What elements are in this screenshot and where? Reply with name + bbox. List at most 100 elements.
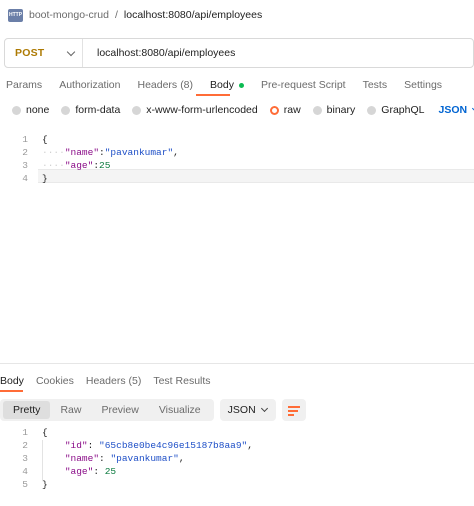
tab-label: Settings [404,79,443,91]
indent-guide [42,440,43,480]
code-line: 3 "name": "pavankumar", [0,452,185,465]
tab-body[interactable]: Body [210,79,244,91]
status-dot-icon [238,82,244,88]
json-separator: : [99,453,111,464]
active-response-tab-indicator [0,390,23,392]
url-input[interactable] [83,39,473,67]
radio-icon [132,105,142,115]
radio-icon [61,105,71,115]
radio-label: x-www-form-urlencoded [146,104,258,116]
radio-raw[interactable]: raw [269,104,301,116]
code-line: 4 "age": 25 [0,465,116,478]
tab-label: Headers [137,79,178,91]
wrap-lines-icon [287,406,300,408]
response-format-label: JSON [227,404,256,416]
response-tab-test-results[interactable]: Test Results [153,375,210,387]
json-value: 25 [104,466,117,477]
active-tab-indicator [196,94,230,96]
line-number: 5 [22,479,28,490]
view-raw-button[interactable]: Raw [50,401,91,419]
tab-count: (8) [180,79,194,91]
json-key: "age" [64,160,94,171]
json-value: "65cb8e0be4c96e15187b8aa9" [99,440,248,451]
view-pretty-button[interactable]: Pretty [3,401,51,419]
radio-icon [12,105,21,115]
response-format-select[interactable]: JSON [219,399,276,421]
radio-label: form-data [75,104,121,116]
line-number: 2 [22,147,28,158]
code-text: } [42,173,48,184]
tab-label: Authorization [59,79,121,91]
method-label: POST [15,47,45,59]
view-visualize-button[interactable]: Visualize [149,401,211,419]
radio-graphql[interactable]: GraphQL [367,104,424,116]
chevron-down-icon [260,404,268,413]
radio-icon [367,105,377,115]
tab-label: Params [6,79,43,91]
line-number: 3 [22,453,28,464]
tab-tests[interactable]: Tests [363,79,388,91]
chevron-down-icon [66,47,76,56]
line-number: 4 [22,173,28,184]
response-tab-body[interactable]: Body [0,375,24,387]
breadcrumb-collection[interactable]: boot-mongo-crud [29,9,109,21]
code-text: { [42,427,48,438]
view-mode-segmented: Pretty Raw Preview Visualize [0,399,214,421]
raw-format-label: JSON [438,104,468,116]
wrap-lines-button[interactable] [281,399,306,421]
tab-settings[interactable]: Settings [404,79,442,91]
raw-format-select[interactable]: JSON [438,104,474,116]
tab-label: Body [210,79,234,91]
response-tab-headers[interactable]: Headers (5) [86,375,141,387]
tab-label: Headers [85,375,126,387]
radio-icon [312,105,322,115]
json-key: "name" [64,147,100,158]
code-text: } [42,479,48,490]
code-line: 5} [0,478,48,491]
json-punct: , [178,453,185,464]
request-name[interactable]: localhost:8080/api/employees [124,9,262,21]
code-line: 3 ····"age":25 [0,159,110,172]
radio-x-www-form-urlencoded[interactable]: x-www-form-urlencoded [132,104,258,116]
request-body-editor[interactable]: 1{ 2 ····"name":"pavankumar", 3 ····"age":… [0,131,474,364]
radio-none[interactable]: none [12,104,49,116]
json-separator: : [93,466,105,477]
line-number: 1 [22,427,28,438]
json-key: "id" [64,440,88,451]
response-tabs: Body Cookies Headers (5) Test Results [0,375,223,387]
radio-label: binary [326,104,356,116]
tab-authorization[interactable]: Authorization [59,79,120,91]
tab-label: Pre-request Script [260,79,346,91]
code-line: 4} [0,172,48,185]
line-number: 2 [22,440,28,451]
request-tabs: Params Authorization Headers (8) Body Pre… [6,79,459,91]
response-toolbar: Pretty Raw Preview Visualize JSON [0,399,306,421]
radio-label: raw [283,104,301,116]
http-icon: HTTP [8,8,23,22]
code-line: 1{ [0,133,47,146]
method-select[interactable]: POST [5,39,83,67]
line-number: 1 [22,134,28,145]
view-preview-button[interactable]: Preview [91,401,148,419]
tab-count: (5) [128,375,142,387]
json-value: 25 [99,160,111,171]
response-tab-cookies[interactable]: Cookies [36,375,74,387]
json-key: "age" [64,466,94,477]
breadcrumb: HTTP boot-mongo-crud / localhost:8080/ap… [8,6,262,24]
code-line: 2 ····"name":"pavankumar", [0,146,179,159]
breadcrumb-separator: / [114,9,118,21]
radio-label: GraphQL [381,104,425,116]
json-value: "pavankumar" [110,453,179,464]
tab-pre-request-script[interactable]: Pre-request Script [261,79,346,91]
body-type-options: none form-data x-www-form-urlencoded raw… [12,104,474,116]
response-body-viewer[interactable]: 1 { 2 "id": "65cb8e0be4c96e15187b8aa9", 3… [0,426,474,496]
json-value: "pavankumar" [104,147,174,158]
tab-params[interactable]: Params [6,79,42,91]
radio-form-data[interactable]: form-data [61,104,120,116]
tab-headers[interactable]: Headers (8) [137,79,193,91]
json-key: "name" [64,453,100,464]
radio-selected-icon [269,105,279,115]
json-punct: , [173,147,179,158]
radio-binary[interactable]: binary [312,104,356,116]
tab-label: Tests [362,79,388,91]
